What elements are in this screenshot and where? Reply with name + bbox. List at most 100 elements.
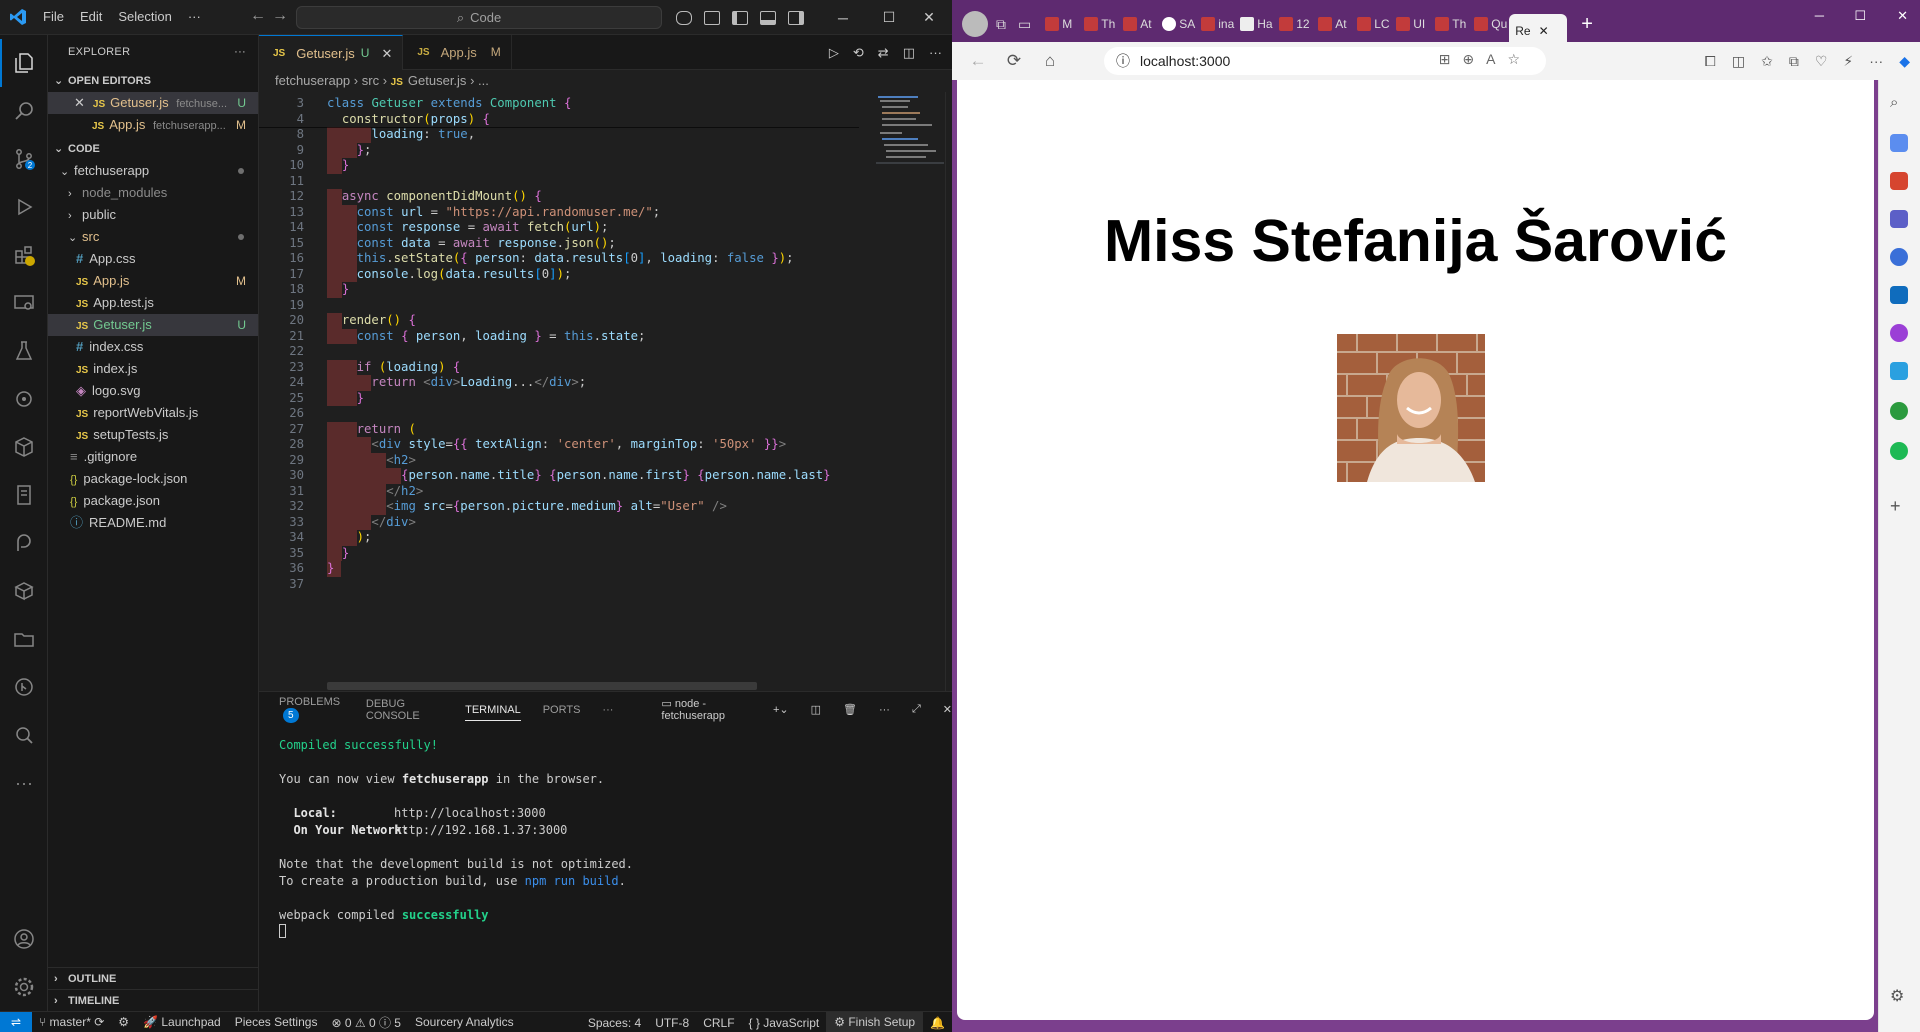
tab-problems[interactable]: PROBLEMS5 [279, 696, 344, 723]
new-tab-button[interactable]: + [1581, 13, 1593, 36]
indentation-item[interactable]: Spaces: 4 [581, 1016, 648, 1030]
browser-tab[interactable]: UI [1392, 9, 1431, 39]
add-sidebar-app-icon[interactable]: + [1890, 496, 1908, 516]
kill-terminal-icon[interactable]: 🗑 [843, 703, 857, 716]
browser-tab[interactable]: At [1314, 9, 1353, 39]
debug-icon[interactable]: ⚙ [111, 1015, 136, 1029]
tree-app-icon[interactable] [1890, 402, 1908, 420]
tree-folder-src[interactable]: ⌄ src [48, 226, 258, 248]
spotify-icon[interactable] [1890, 442, 1908, 460]
tab-ports[interactable]: PORTS [543, 704, 581, 716]
toggle-secondary-sidebar-icon[interactable] [788, 10, 804, 25]
designer-icon[interactable] [1890, 324, 1908, 342]
menu-file[interactable]: File [35, 5, 72, 29]
games-icon[interactable] [1890, 210, 1908, 228]
site-info-icon[interactable]: ⓘ [1116, 51, 1130, 71]
source-control-icon[interactable]: 2 [0, 135, 48, 183]
favorite-star-icon[interactable]: ☆ [1507, 51, 1532, 67]
browser-tab[interactable]: SA [1158, 9, 1197, 39]
breadcrumb-item[interactable]: src [362, 73, 379, 88]
more-actions-icon[interactable]: ··· [929, 45, 942, 60]
notebook-icon[interactable] [0, 471, 48, 519]
menu-edit[interactable]: Edit [72, 5, 110, 29]
back-arrow-icon[interactable]: ← [960, 51, 996, 71]
tab-debug-console[interactable]: DEBUG CONSOLE [366, 698, 443, 722]
terminal-output[interactable]: Compiled successfully! You can now view … [279, 737, 633, 943]
split-terminal-icon[interactable]: ◫ [811, 703, 821, 716]
folder-icon[interactable] [0, 615, 48, 663]
tree-file-index-js[interactable]: JS index.js [48, 358, 258, 380]
problems-indicator[interactable]: ⊗ 0 ⚠ 0 ⓘ 5 [324, 1014, 408, 1031]
containers-icon[interactable] [0, 567, 48, 615]
tree-file-index-css[interactable]: # index.css [48, 336, 258, 358]
tree-folder-root[interactable]: ⌄ fetchuserapp [48, 160, 258, 182]
performance-icon[interactable]: ⚡ [1843, 53, 1853, 70]
compare-icon[interactable]: ⇄ [878, 45, 889, 61]
read-aloud-icon[interactable]: A [1486, 51, 1507, 67]
browser-essentials-icon[interactable]: ♡ [1815, 53, 1828, 70]
split-editor-icon[interactable]: ◫ [903, 45, 915, 61]
tree-file-logo-svg[interactable]: ◈ logo.svg [48, 380, 258, 402]
breadcrumb-item[interactable]: Getuser.js [408, 73, 467, 88]
close-icon[interactable]: ✕ [1539, 24, 1549, 38]
editor-horizontal-scrollbar[interactable] [327, 682, 757, 690]
tree-file-app-css[interactable]: # App.css [48, 248, 258, 270]
menu-more[interactable]: ··· [180, 5, 209, 29]
gear-icon[interactable]: ⚙ [1890, 986, 1908, 1005]
encoding-item[interactable]: UTF-8 [648, 1016, 696, 1030]
sourcery-analytics-item[interactable]: Sourcery Analytics [408, 1015, 521, 1029]
settings-more-icon[interactable]: ··· [1869, 53, 1883, 69]
browser-tab[interactable]: ina [1197, 9, 1236, 39]
testing-icon[interactable] [0, 327, 48, 375]
close-button[interactable]: ✕ [906, 0, 952, 35]
toggle-sidebar-icon[interactable] [732, 10, 748, 25]
copilot-sidebar-icon[interactable] [1890, 248, 1908, 266]
outline-header[interactable]: › OUTLINE [48, 967, 259, 989]
run-debug-icon[interactable] [0, 183, 48, 231]
tree-folder-public[interactable]: › public [48, 204, 258, 226]
tree-file-gitignore[interactable]: ≡ .gitignore [48, 446, 258, 468]
panel-more-actions-icon[interactable]: ··· [879, 704, 890, 716]
search-icon[interactable]: ⌕ [1890, 94, 1908, 112]
tree-file-app-test[interactable]: JS App.test.js [48, 292, 258, 314]
terminal-selector[interactable]: ▭ node - fetchuserapp [661, 697, 751, 722]
workspaces-icon[interactable]: ⧉ [996, 16, 1006, 33]
tools-icon[interactable] [1890, 172, 1908, 190]
minimize-button[interactable]: ─ [1815, 8, 1824, 23]
run-icon[interactable]: ▷ [829, 45, 839, 61]
maximize-panel-icon[interactable]: ⤢ [912, 703, 921, 716]
git-graph-icon[interactable] [0, 663, 48, 711]
tree-file-getuser[interactable]: JS Getuser.js U [48, 314, 258, 336]
browser-tab[interactable]: Qu [1470, 9, 1509, 39]
tree-file-setuptests[interactable]: JS setupTests.js [48, 424, 258, 446]
tab-terminal[interactable]: TERMINAL [465, 704, 521, 721]
forward-arrow-icon[interactable]: → [272, 7, 288, 25]
close-icon[interactable]: ✕ [74, 95, 85, 110]
launchpad-item[interactable]: 🚀 Launchpad [136, 1015, 228, 1029]
open-editor-getuser[interactable]: ✕ JS Getuser.js fetchuse... U [48, 92, 258, 114]
new-terminal-icon[interactable]: +⌄ [773, 703, 789, 716]
browser-tab[interactable]: Th [1080, 9, 1119, 39]
copilot-icon[interactable]: ◆ [1899, 53, 1910, 70]
accounts-icon[interactable] [0, 915, 48, 963]
outlook-icon[interactable] [1890, 286, 1908, 304]
explorer-more-icon[interactable]: ··· [234, 35, 246, 70]
code-area[interactable]: 3 class Getuser extends Component {4 cons… [259, 92, 859, 691]
home-icon[interactable]: ⌂ [1032, 51, 1068, 71]
customize-layout-icon[interactable] [704, 10, 720, 25]
tree-file-reportwebvitals[interactable]: JS reportWebVitals.js [48, 402, 258, 424]
sourcery-icon[interactable] [0, 711, 48, 759]
browser-tab[interactable]: Th [1431, 9, 1470, 39]
finish-setup-button[interactable]: ⚙ Finish Setup [826, 1012, 924, 1032]
settings-gear-icon[interactable] [0, 963, 48, 1011]
minimap[interactable] [876, 92, 944, 172]
extensions-icon[interactable]: ⧠ [1705, 53, 1716, 70]
tab-getuser[interactable]: JS Getuser.js U ✕ [259, 35, 404, 70]
open-editor-app[interactable]: JS App.js fetchuserapp... M [48, 114, 258, 136]
tree-folder-node-modules[interactable]: › node_modules [48, 182, 258, 204]
pieces-settings-item[interactable]: Pieces Settings [228, 1015, 325, 1029]
close-panel-icon[interactable]: ✕ [943, 703, 952, 716]
app-available-icon[interactable]: ⊞ [1439, 51, 1463, 67]
tab-app[interactable]: JS App.js M [403, 35, 512, 70]
extensions-icon[interactable] [0, 231, 48, 279]
